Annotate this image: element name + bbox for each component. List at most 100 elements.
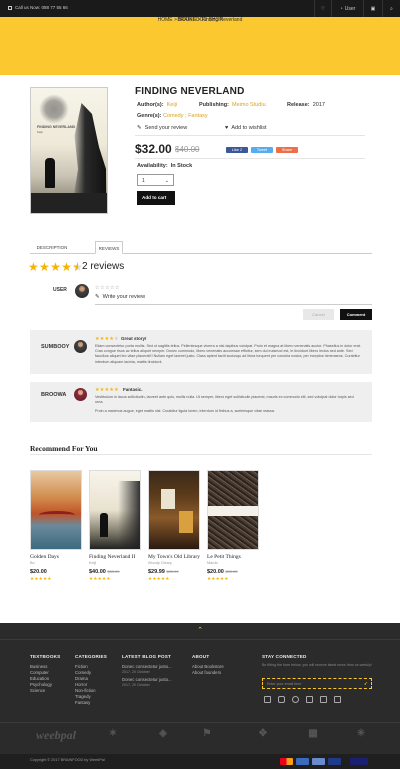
share-button[interactable]: Share [276, 147, 298, 153]
product-image[interactable] [207, 470, 259, 550]
publisher-link[interactable]: Meimo Studiu [232, 102, 266, 108]
product-card[interactable]: My Town's Old Library Woody Cleary $29.9… [148, 470, 200, 582]
avatar [74, 388, 87, 401]
heart-icon: ♥ [225, 125, 229, 131]
dribbble-icon[interactable] [292, 696, 299, 703]
top-bar-icons: ♡ ◔ User ▣ ⌕ [314, 0, 400, 17]
cancel-button[interactable]: Cancel [303, 309, 334, 320]
cart-icon[interactable]: ▣ [363, 0, 382, 17]
divider [135, 158, 365, 159]
genre-link-fantasy[interactable]: Fantasy [188, 113, 208, 119]
breadcrumb[interactable]: HOME > BOOKS > Finding Neverland [0, 17, 400, 23]
authors-row: Author(s): Keiji [137, 102, 178, 108]
pencil-icon: ✎ [95, 294, 100, 300]
youtube-icon[interactable] [320, 696, 327, 703]
section-title: Recommend For You [30, 444, 98, 453]
tweet-button[interactable]: Tweet [251, 147, 273, 153]
reviewer-name: SUMBOOY [41, 344, 70, 350]
newsletter-email-input[interactable]: Enter your email here ➶ [262, 678, 372, 689]
product-stars: ★★★★★ [89, 576, 111, 581]
user-menu[interactable]: ◔ User [331, 0, 363, 17]
facebook-like-button[interactable]: Like 2 [226, 147, 248, 153]
sponsor-logo-icon: ◈ [159, 728, 167, 739]
mastercard-icon [280, 758, 293, 765]
sponsor-logo-icon: ⚑ [202, 728, 212, 739]
footer-about: ABOUT About Bookstore About founders [192, 654, 224, 675]
copyright-text: Copyright © 2017 BRAINFOOD by WeebPal [30, 758, 105, 762]
visa-icon [350, 758, 368, 765]
heart-icon[interactable]: ♡ [314, 0, 331, 17]
user-icon: ◔ [339, 5, 343, 12]
add-wishlist-link[interactable]: ♥ Add to wishlist [225, 125, 266, 131]
availability: Availability: In Stock [137, 163, 193, 169]
footer-textbooks: TEXTBOOKS Business Computer Education Ps… [30, 654, 61, 693]
user-label: USER [53, 287, 67, 293]
old-price: $40.00 [175, 145, 200, 154]
pencil-icon: ✎ [137, 125, 142, 131]
avatar [74, 340, 87, 353]
rating-stars: ★★★★★★ [28, 260, 84, 274]
review-text: Proin a maximus augue, eget mattis nisl.… [95, 409, 275, 413]
product-title: FINDING NEVERLAND [135, 86, 245, 97]
twitter-icon[interactable] [306, 696, 313, 703]
author-link[interactable]: Keiji [167, 102, 177, 108]
product-stars: ★★★★★ [207, 576, 229, 581]
amex-icon [296, 758, 309, 765]
product-card[interactable]: Golden Days Bo $20.00 ★★★★★ [30, 470, 82, 582]
product-image[interactable] [89, 470, 141, 550]
product-card[interactable]: Le Petit Things Mardo $20.00 $30.00 ★★★★… [207, 470, 259, 582]
genres-row: Genre(s): Comedy ; Fantasy [137, 113, 208, 119]
chevron-down-icon: ⌄ [164, 178, 169, 184]
review-headline: Fantasic. [123, 387, 143, 392]
review-count: 2 reviews [82, 261, 125, 272]
footer-blog: LATEST BLOG POST Donec consectetur justo… [122, 654, 172, 687]
cart-icon: ▬ [147, 209, 152, 214]
write-review-input[interactable]: ✎ Write your review [95, 294, 145, 300]
divider [135, 135, 365, 136]
product-image[interactable] [30, 470, 82, 550]
divider [0, 639, 400, 640]
send-icon[interactable]: ➶ [364, 681, 368, 687]
avatar [75, 284, 89, 298]
review-headline: Great story! [121, 336, 147, 341]
sponsor-logo-icon: ✥ [258, 728, 268, 739]
top-bar: Call us Now: 088 77 55 66 ♡ ◔ User ▣ ⌕ [0, 0, 400, 17]
call-us: Call us Now: 088 77 55 66 [8, 5, 68, 10]
tab-reviews[interactable]: REVIEWS [95, 241, 123, 254]
release-row: Release: 2017 [287, 102, 325, 108]
divider [30, 454, 372, 455]
price: $32.00 [135, 142, 172, 156]
sponsor-logo-icon: ✶ [108, 728, 118, 739]
rating-input-stars[interactable]: ☆☆☆☆☆ [95, 285, 120, 291]
add-to-cart-button[interactable]: Add to cart ▬ [137, 191, 175, 214]
reviewer-name: BROOWA [41, 392, 67, 398]
back-to-top-icon[interactable]: ⌃ [190, 627, 210, 635]
review-stars: ★★★★★ [95, 387, 119, 393]
page-header [0, 17, 400, 75]
genre-link-comedy[interactable]: Comedy [163, 113, 183, 119]
review-stars: ★★★★★ [95, 336, 119, 342]
phone-icon [8, 5, 12, 10]
footer-categories: CATEGORIES Fiction Comedy Drama Horror N… [75, 654, 108, 705]
comment-button[interactable]: Comment [340, 309, 372, 320]
send-review-link[interactable]: ✎ Send your review [137, 125, 187, 131]
tab-divider [30, 253, 372, 254]
cover-author: Keiji [37, 130, 43, 134]
maestro-icon [312, 758, 325, 765]
cover-title: FINDING NEVERLAND [37, 125, 76, 129]
paypal-icon [328, 758, 341, 765]
facebook-icon[interactable] [264, 696, 271, 703]
quantity-select[interactable]: 1 ⌄ [137, 174, 174, 186]
pinterest-icon[interactable] [334, 696, 341, 703]
product-image[interactable] [148, 470, 200, 550]
divider [95, 304, 372, 305]
sponsor-logo: weebpal [36, 728, 76, 742]
product-stars: ★★★★★ [30, 576, 52, 581]
search-icon[interactable]: ⌕ [382, 0, 400, 17]
review-text: Vestibulum in lacus sollicitudin, laoree… [95, 395, 354, 405]
product-card[interactable]: Finding Neverland II Keiji $40.00 $50.00… [89, 470, 141, 582]
sponsor-logo-icon: ✳ [356, 728, 366, 739]
instagram-icon[interactable] [278, 696, 285, 703]
footer-stay-connected: STAY CONNECTED Be fitting the form below… [262, 654, 372, 667]
tab-description[interactable]: DESCRIPTION [30, 241, 74, 254]
